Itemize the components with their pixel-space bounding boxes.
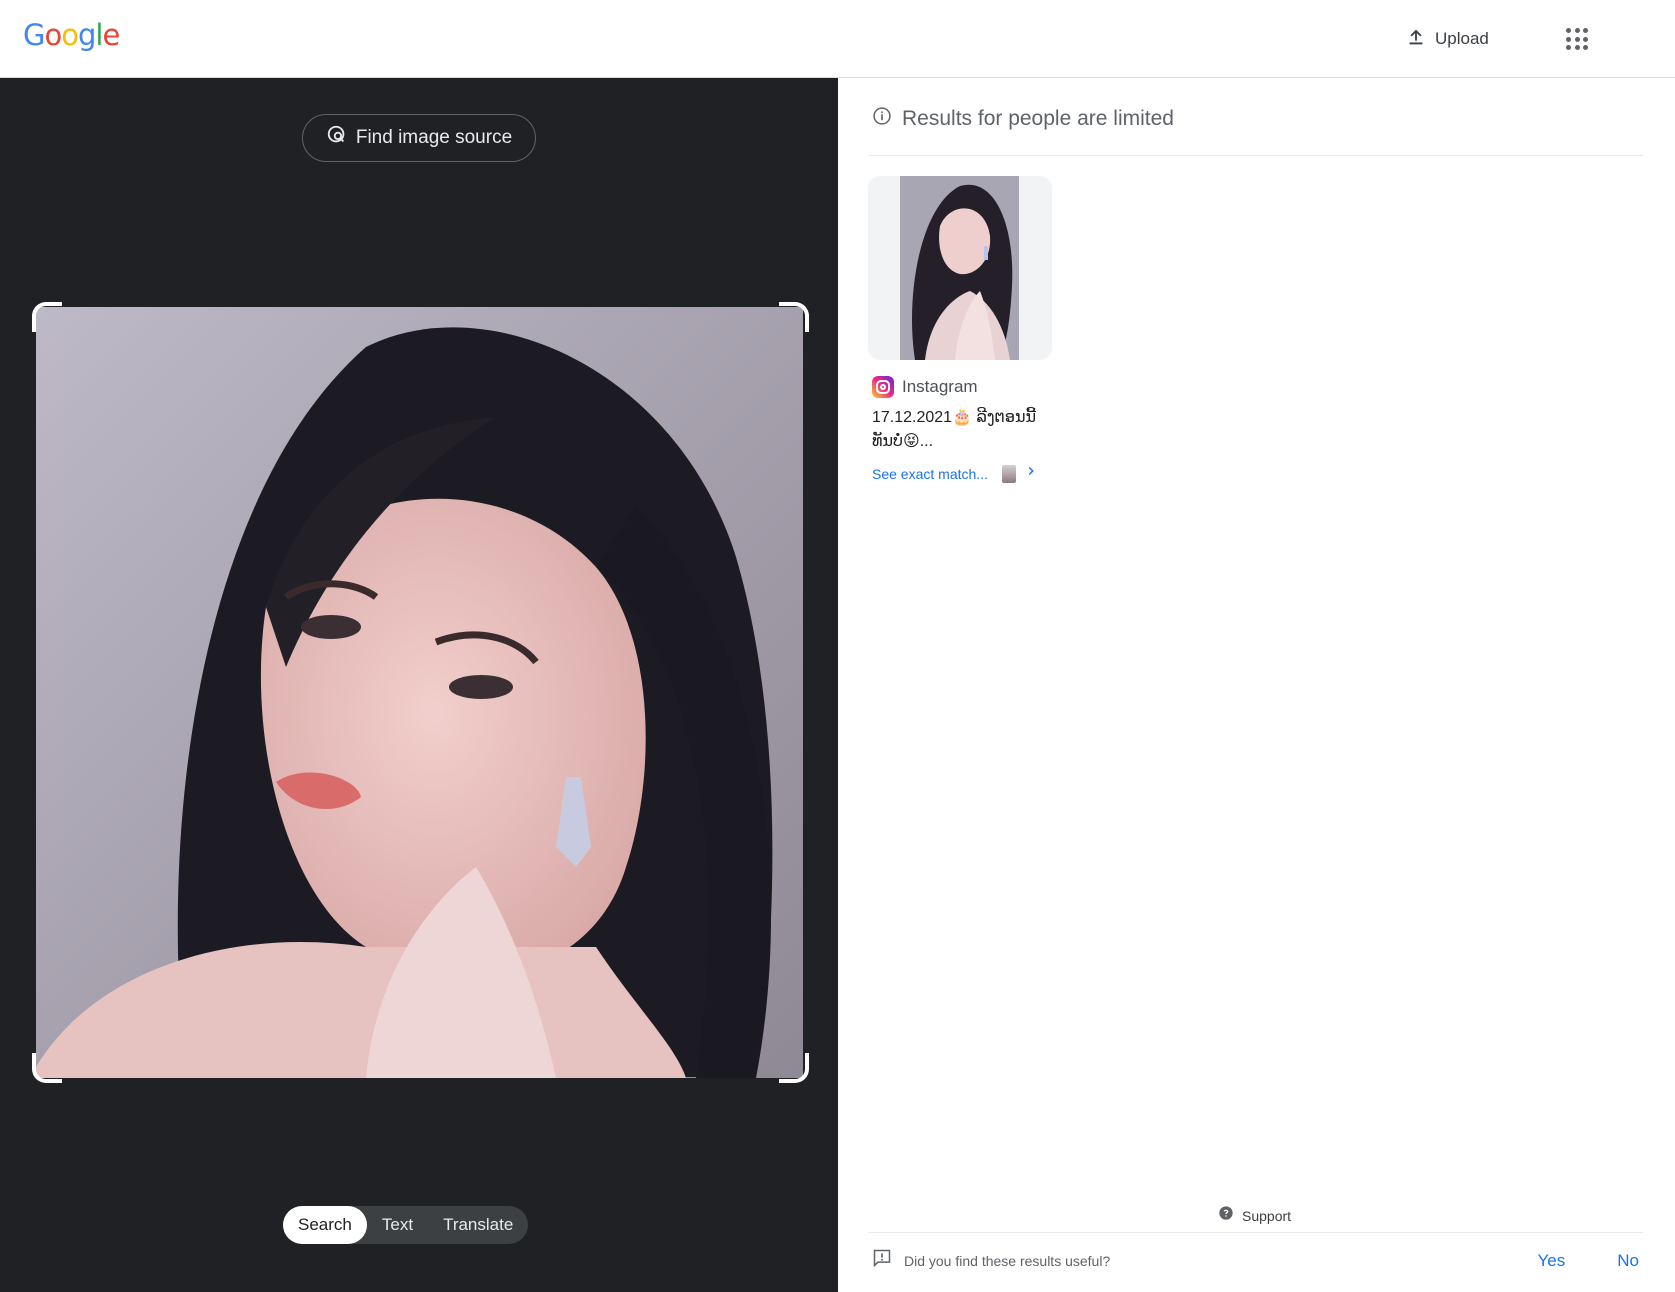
- apps-grid-icon[interactable]: [1558, 20, 1596, 58]
- find-image-source-button[interactable]: Find image source: [302, 114, 536, 162]
- upload-label: Upload: [1435, 29, 1489, 48]
- info-icon: [872, 106, 892, 131]
- logo-letter: g: [77, 18, 96, 52]
- result-source-name: Instagram: [902, 377, 978, 396]
- logo-letter: o: [61, 18, 79, 52]
- result-title[interactable]: 17.12.2021🎂 ລີງຕອນນີ້ ທັນບໍ່😝...: [872, 406, 1052, 454]
- query-image: [36, 307, 803, 1078]
- google-logo[interactable]: Google: [23, 18, 120, 52]
- divider: [868, 155, 1643, 156]
- instagram-icon: [872, 376, 894, 398]
- image-search-icon: [326, 124, 348, 152]
- crop-handle-bottom-left[interactable]: [32, 1053, 62, 1083]
- mode-text[interactable]: Text: [367, 1206, 428, 1244]
- logo-letter: e: [102, 18, 120, 52]
- mode-translate[interactable]: Translate: [428, 1206, 528, 1244]
- result-source[interactable]: Instagram: [872, 376, 1052, 398]
- result-card[interactable]: Instagram 17.12.2021🎂 ລີງຕອນນີ້ ທັນບໍ່😝.…: [868, 176, 1052, 483]
- logo-letter: G: [23, 18, 46, 52]
- logo-letter: l: [95, 18, 103, 52]
- feedback-icon: [872, 1248, 892, 1273]
- crop-handle-top-right[interactable]: [779, 302, 809, 332]
- logo-letter: o: [44, 18, 62, 52]
- upload-icon: [1405, 26, 1427, 53]
- divider: [868, 1232, 1643, 1233]
- results-limited-label: Results for people are limited: [902, 106, 1174, 130]
- results-limited-notice: Results for people are limited: [872, 106, 1174, 131]
- image-viewer-panel: Find image source Search Text Translate: [0, 78, 838, 1292]
- mode-search[interactable]: Search: [283, 1206, 367, 1244]
- crop-handle-top-left[interactable]: [32, 302, 62, 332]
- feedback-question: Did you find these results useful?: [904, 1252, 1111, 1269]
- exact-match-thumbnail: [1001, 464, 1016, 483]
- support-label: Support: [1242, 1207, 1292, 1224]
- top-bar: Google Upload: [0, 0, 1675, 78]
- crop-handle-bottom-right[interactable]: [779, 1053, 809, 1083]
- find-image-source-label: Find image source: [355, 127, 513, 148]
- support-link[interactable]: Support: [1218, 1205, 1291, 1226]
- feedback-no-button[interactable]: No: [1617, 1251, 1639, 1271]
- results-panel: Results for people are limited Instagram…: [838, 78, 1675, 1292]
- chevron-right-icon: [1024, 464, 1038, 483]
- see-exact-matches-label: See exact match...: [872, 465, 988, 482]
- see-exact-matches-link[interactable]: See exact match...: [872, 464, 1052, 483]
- feedback-yes-button[interactable]: Yes: [1538, 1251, 1566, 1271]
- upload-button[interactable]: Upload: [1395, 22, 1499, 56]
- crop-selection-frame[interactable]: [29, 302, 809, 1083]
- mode-switcher: Search Text Translate: [283, 1206, 529, 1244]
- feedback-bar: Did you find these results useful? Yes N…: [872, 1248, 1647, 1273]
- result-thumbnail[interactable]: [868, 176, 1052, 360]
- help-icon: [1218, 1205, 1234, 1226]
